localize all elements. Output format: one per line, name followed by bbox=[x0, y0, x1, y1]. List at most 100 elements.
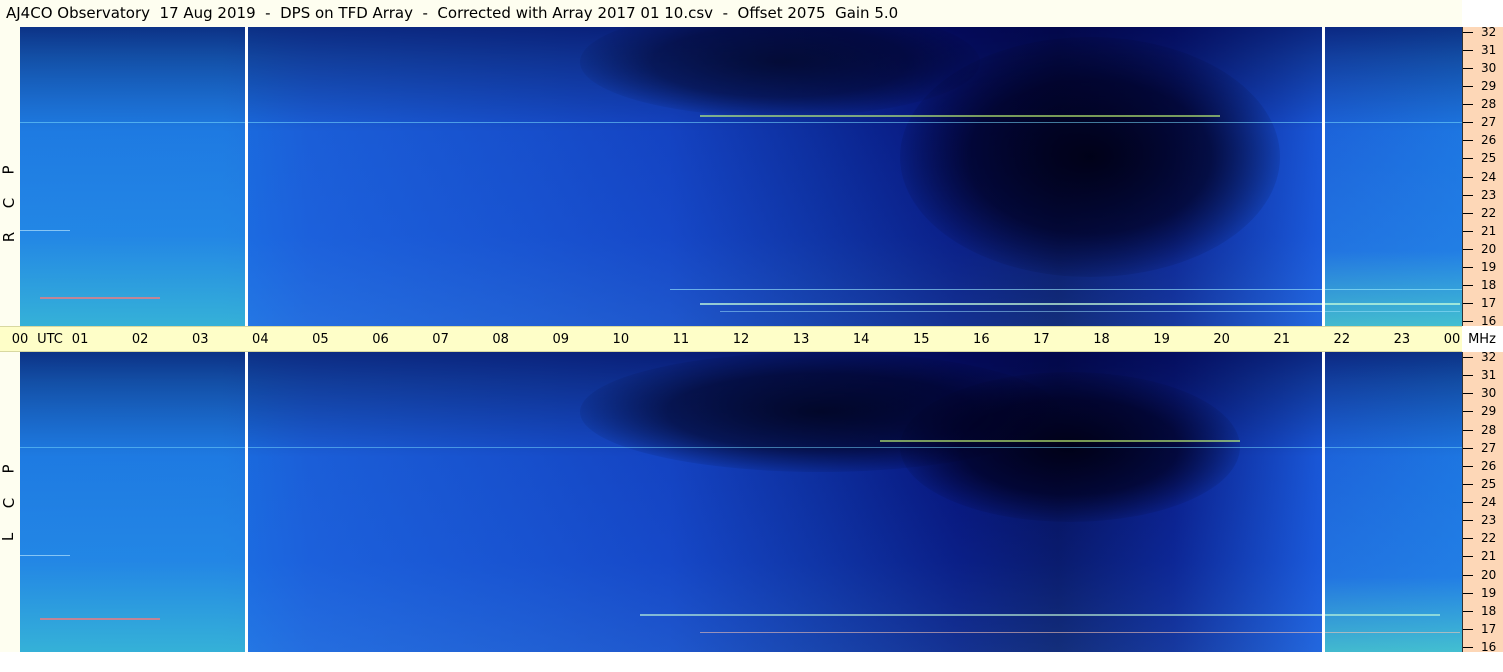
freq-tick-mark bbox=[1463, 266, 1473, 268]
freq-tick-label: 31 bbox=[1481, 368, 1497, 383]
polarization-letter: C bbox=[0, 197, 19, 209]
freq-tick-label: 26 bbox=[1481, 458, 1497, 473]
time-tick-label: 05 bbox=[312, 332, 329, 347]
freq-tick-mark bbox=[1463, 538, 1473, 540]
freq-tick-mark bbox=[1463, 610, 1473, 612]
time-tick-label: 14 bbox=[852, 332, 870, 347]
freq-tick-mark bbox=[1463, 86, 1473, 88]
polarization-letter: L bbox=[0, 532, 18, 542]
polarization-label-bottom: P C L bbox=[0, 352, 20, 652]
freq-tick-label: 21 bbox=[1481, 223, 1497, 238]
freq-tick-label: 23 bbox=[1481, 187, 1497, 202]
data-gap-line bbox=[1322, 27, 1325, 326]
polarization-letter: P bbox=[0, 464, 18, 474]
freq-tick-mark bbox=[1463, 357, 1473, 358]
frequency-axis-bottom: 32 31 30 29 28 27 26 25 24 23 22 21 20 19 18 17 16 bbox=[1462, 350, 1503, 654]
freq-tick-mark bbox=[1463, 647, 1473, 648]
freq-tick-label: 32 bbox=[1481, 350, 1497, 364]
polarization-letter: P bbox=[0, 165, 18, 175]
bottom-margin bbox=[0, 652, 1503, 672]
time-tick-label: 13 bbox=[792, 332, 810, 347]
freq-tick-label: 32 bbox=[1481, 25, 1497, 39]
time-tick-label: 21 bbox=[1273, 332, 1291, 347]
freq-tick-mark bbox=[1463, 465, 1473, 467]
freq-tick-mark bbox=[1463, 429, 1473, 431]
time-tick-label: 00 bbox=[1443, 332, 1461, 347]
freq-tick-mark bbox=[1463, 212, 1473, 214]
freq-tick-label: 27 bbox=[1481, 440, 1497, 455]
freq-tick-label: 20 bbox=[1481, 567, 1497, 582]
freq-tick-label: 26 bbox=[1481, 133, 1497, 148]
freq-tick-mark bbox=[1463, 574, 1473, 576]
freq-tick-mark bbox=[1463, 32, 1473, 33]
freq-tick-label: 22 bbox=[1481, 531, 1497, 546]
freq-tick-mark bbox=[1463, 50, 1473, 52]
freq-tick-mark bbox=[1463, 628, 1473, 630]
freq-tick-mark bbox=[1463, 140, 1473, 142]
time-axis: 00 UTC 01 02 03 04 05 06 07 08 09 10 11 12 13 14 15 16 1… bbox=[0, 326, 1496, 352]
data-gap-line bbox=[1322, 352, 1325, 652]
freq-tick-label: 31 bbox=[1481, 43, 1497, 58]
time-tick-label: 12 bbox=[732, 332, 750, 347]
freq-tick-mark bbox=[1463, 158, 1473, 160]
freq-tick-mark bbox=[1463, 556, 1473, 558]
freq-tick-label: 28 bbox=[1481, 97, 1497, 112]
freq-tick-mark bbox=[1463, 248, 1473, 250]
freq-tick-label: 23 bbox=[1481, 513, 1497, 528]
time-tick-label: 10 bbox=[612, 332, 630, 347]
freq-tick-label: 24 bbox=[1481, 169, 1497, 184]
data-gap-line bbox=[245, 352, 248, 652]
freq-tick-mark bbox=[1463, 194, 1473, 196]
time-tick-label: 15 bbox=[912, 332, 930, 347]
freq-tick-label: 28 bbox=[1481, 422, 1497, 437]
freq-tick-mark bbox=[1463, 302, 1473, 304]
time-tick-label: 07 bbox=[432, 332, 449, 347]
freq-tick-mark bbox=[1463, 122, 1473, 124]
freq-tick-label: 18 bbox=[1481, 277, 1497, 292]
time-tick-label: 09 bbox=[552, 332, 570, 347]
time-tick-label: 06 bbox=[372, 332, 389, 347]
freq-tick-label: 22 bbox=[1481, 205, 1497, 220]
freq-tick-mark bbox=[1463, 375, 1473, 377]
freq-tick-mark bbox=[1463, 321, 1473, 322]
freq-tick-label: 30 bbox=[1481, 61, 1497, 76]
freq-tick-label: 25 bbox=[1481, 151, 1497, 166]
title-bar: AJ4CO Observatory 17 Aug 2019 - DPS on T… bbox=[0, 0, 1462, 27]
freq-tick-mark bbox=[1463, 483, 1473, 485]
time-tick-label: 03 bbox=[191, 332, 209, 347]
freq-tick-mark bbox=[1463, 393, 1473, 395]
freq-tick-label: 17 bbox=[1481, 621, 1497, 636]
time-tick-label: 11 bbox=[672, 332, 690, 347]
freq-tick-label: 27 bbox=[1481, 115, 1497, 130]
data-gap-line bbox=[245, 27, 248, 326]
time-tick-label: 01 bbox=[71, 332, 89, 347]
polarization-letter: C bbox=[0, 497, 19, 509]
time-tick-label: 22 bbox=[1333, 332, 1351, 347]
freq-tick-label: 19 bbox=[1481, 585, 1497, 600]
freq-tick-mark bbox=[1463, 592, 1473, 594]
freq-tick-mark bbox=[1463, 68, 1473, 70]
freq-tick-label: 19 bbox=[1481, 259, 1497, 274]
chart-title: AJ4CO Observatory 17 Aug 2019 - DPS on T… bbox=[6, 4, 899, 22]
freq-tick-label: 18 bbox=[1481, 603, 1497, 618]
time-tick-label: 08 bbox=[492, 332, 509, 347]
freq-tick-mark bbox=[1463, 520, 1473, 522]
spectrogram-bottom-lcp bbox=[20, 352, 1462, 652]
time-tick-label: 00 bbox=[11, 332, 29, 347]
spectrogram-top-rcp bbox=[20, 27, 1462, 326]
freq-tick-mark bbox=[1463, 104, 1473, 106]
freq-tick-mark bbox=[1463, 176, 1473, 178]
time-tick-label: 18 bbox=[1093, 332, 1110, 347]
polarization-letter: R bbox=[0, 231, 19, 243]
time-unit-label: UTC bbox=[37, 332, 63, 347]
time-tick-label: 23 bbox=[1393, 332, 1411, 347]
freq-unit-label: MHz bbox=[1468, 332, 1496, 347]
freq-tick-label: 21 bbox=[1481, 549, 1497, 564]
freq-tick-mark bbox=[1463, 447, 1473, 449]
freq-tick-mark bbox=[1463, 502, 1473, 503]
freq-tick-mark bbox=[1463, 411, 1473, 413]
freq-tick-label: 24 bbox=[1481, 495, 1497, 509]
time-tick-label: 04 bbox=[252, 332, 269, 347]
polarization-label-top: P C R bbox=[0, 27, 20, 326]
freq-tick-label: 17 bbox=[1481, 295, 1497, 310]
